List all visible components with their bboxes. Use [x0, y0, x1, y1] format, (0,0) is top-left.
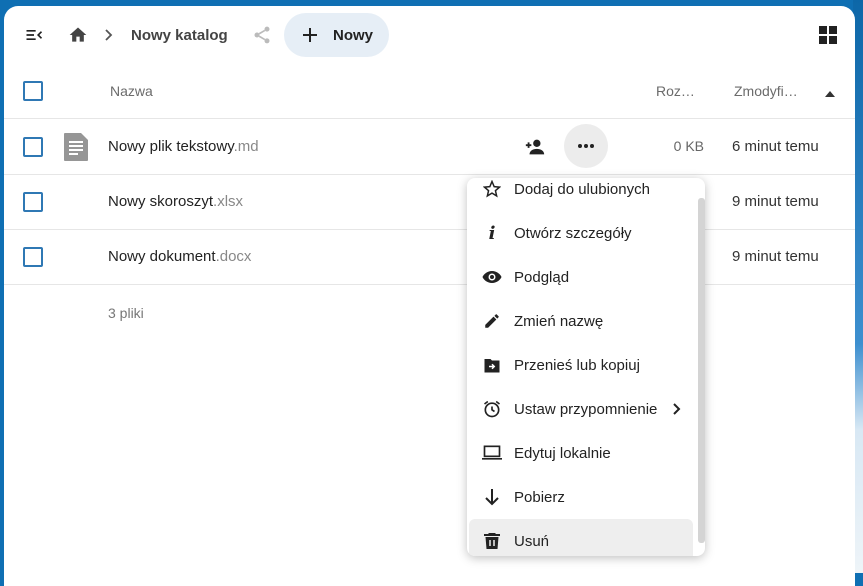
home-icon[interactable]: [66, 23, 90, 47]
new-button-label: Nowy: [333, 26, 374, 44]
menu-item-label: Edytuj lokalnie: [514, 444, 611, 462]
star-outline-icon: [481, 178, 503, 200]
file-modified: 6 minut temu: [732, 138, 819, 155]
table-row[interactable]: Nowy skoroszyt.xlsx 9 minut temu: [4, 174, 855, 230]
menu-collapse-icon[interactable]: [22, 23, 46, 47]
file-name[interactable]: Nowy plik tekstowy.md: [108, 138, 259, 155]
menu-item-label: Otwórz szczegóły: [514, 224, 632, 242]
menu-item-reminder[interactable]: Ustaw przypomnienie: [467, 387, 697, 431]
file-name-base: Nowy plik tekstowy: [108, 138, 234, 155]
menu-item-label: Ustaw przypomnienie: [514, 400, 658, 418]
file-name-base: Nowy dokument: [108, 248, 216, 265]
chevron-right-icon: [670, 402, 684, 416]
menu-item-rename[interactable]: Zmień nazwę: [467, 299, 697, 343]
row-checkbox[interactable]: [23, 137, 43, 157]
breadcrumb-current-folder[interactable]: Nowy katalog: [131, 25, 228, 45]
menu-item-preview[interactable]: Podgląd: [467, 255, 697, 299]
menu-item-delete[interactable]: Usuń: [469, 519, 693, 556]
column-header-name[interactable]: Nazwa: [110, 83, 153, 99]
file-name[interactable]: Nowy skoroszyt.xlsx: [108, 193, 243, 210]
download-arrow-icon: [481, 486, 503, 508]
menu-item-label: Pobierz: [514, 488, 565, 506]
menu-item-download[interactable]: Pobierz: [467, 475, 697, 519]
menu-item-label: Usuń: [514, 532, 550, 550]
file-extension: .md: [233, 138, 259, 155]
file-actions-menu: Dodaj do ulubionych i Otwórz szczegóły P…: [467, 178, 705, 556]
menu-scrollbar[interactable]: [698, 198, 705, 543]
folder-move-icon: [481, 354, 503, 376]
files-summary: 3 pliki: [108, 305, 144, 321]
file-name[interactable]: Nowy dokument.docx: [108, 248, 251, 265]
file-modified: 9 minut temu: [732, 248, 819, 265]
menu-item-favorite[interactable]: Dodaj do ulubionych: [467, 178, 697, 211]
row-checkbox[interactable]: [23, 247, 43, 267]
table-row[interactable]: Nowy plik tekstowy.md 0 KB 6 minut temu: [4, 119, 855, 175]
plus-icon: [301, 26, 319, 44]
column-header-modified[interactable]: Zmodyfi…: [734, 83, 798, 99]
actions-menu-button[interactable]: [564, 124, 608, 168]
menu-item-edit-locally[interactable]: Edytuj lokalnie: [467, 431, 697, 475]
pencil-icon: [481, 310, 503, 332]
table-row[interactable]: Nowy dokument.docx 9 minut temu: [4, 229, 855, 285]
file-extension: .xlsx: [213, 193, 244, 210]
sort-ascending-icon[interactable]: [824, 86, 836, 97]
table-header: Nazwa Roz… Zmodyfi…: [4, 64, 855, 119]
info-icon: i: [488, 222, 496, 244]
menu-item-label: Dodaj do ulubionych: [514, 180, 650, 198]
menu-item-move-copy[interactable]: Przenieś lub kopiuj: [467, 343, 697, 387]
file-modified: 9 minut temu: [732, 193, 819, 210]
laptop-icon: [481, 442, 503, 464]
more-dots-icon: [578, 144, 594, 148]
chevron-right-icon: [100, 23, 118, 47]
grid-view-icon[interactable]: [816, 23, 840, 47]
menu-item-label: Przenieś lub kopiuj: [514, 356, 640, 374]
column-header-size[interactable]: Roz…: [656, 83, 695, 99]
menu-item-details[interactable]: i Otwórz szczegóły: [467, 211, 697, 255]
row-checkbox[interactable]: [23, 192, 43, 212]
file-size: 0 KB: [673, 138, 704, 154]
text-file-icon: [62, 132, 90, 162]
menu-item-label: Podgląd: [514, 268, 570, 286]
file-extension: .docx: [215, 248, 252, 265]
trash-icon: [481, 530, 503, 552]
share-user-icon[interactable]: [524, 136, 546, 158]
select-all-checkbox[interactable]: [23, 81, 43, 101]
file-name-base: Nowy skoroszyt: [108, 193, 214, 210]
menu-item-label: Zmień nazwę: [514, 312, 604, 330]
alarm-clock-icon: [481, 398, 503, 420]
top-bar: Nowy katalog Nowy: [4, 6, 855, 64]
new-button[interactable]: Nowy: [284, 13, 389, 57]
share-icon[interactable]: [250, 23, 274, 47]
files-panel: Nowy katalog Nowy Nazwa Roz… Zmodyfi… No…: [4, 6, 855, 586]
eye-icon: [481, 266, 503, 288]
